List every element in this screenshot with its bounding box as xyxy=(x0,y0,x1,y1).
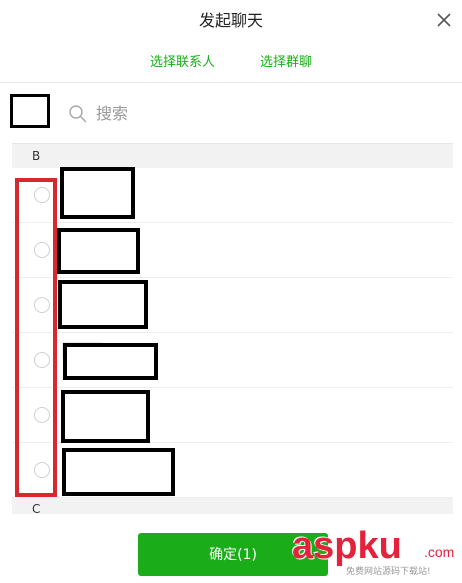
section-header-c: C xyxy=(12,498,453,516)
watermark-logo: aspku xyxy=(292,525,402,567)
tab-select-contacts[interactable]: 选择联系人 xyxy=(150,54,215,72)
contact-checkbox[interactable] xyxy=(34,407,50,423)
section-header-b: B xyxy=(12,144,453,168)
search-icon xyxy=(68,104,88,124)
close-icon[interactable] xyxy=(434,10,454,30)
contact-checkbox[interactable] xyxy=(34,187,50,203)
contact-checkbox[interactable] xyxy=(34,462,50,478)
tab-select-groups[interactable]: 选择群聊 xyxy=(260,54,312,72)
redacted-contact-name xyxy=(57,228,140,274)
watermark-domain: .com xyxy=(424,544,455,560)
contact-checkbox[interactable] xyxy=(34,352,50,368)
contact-checkbox[interactable] xyxy=(34,242,50,258)
tabs-divider xyxy=(0,82,462,83)
redacted-contact-name xyxy=(58,280,148,329)
contact-checkbox[interactable] xyxy=(34,297,50,313)
redacted-contact-name xyxy=(62,448,175,496)
search-input[interactable]: 搜索 xyxy=(96,104,128,124)
start-chat-dialog: 发起聊天 选择联系人 选择群聊 搜索 B C 确定(1) aspku .com … xyxy=(0,0,462,583)
dialog-title: 发起聊天 xyxy=(198,11,263,30)
redacted-contact-name xyxy=(61,390,150,443)
redacted-contact-name xyxy=(60,167,135,219)
watermark-slogan: 免费网站源码下载站! xyxy=(346,567,431,577)
redacted-avatar xyxy=(10,94,50,128)
tab-bar: 选择联系人 选择群聊 xyxy=(0,52,462,82)
redacted-contact-name xyxy=(63,343,158,380)
watermark: aspku .com 免费网站源码下载站! xyxy=(292,526,462,581)
